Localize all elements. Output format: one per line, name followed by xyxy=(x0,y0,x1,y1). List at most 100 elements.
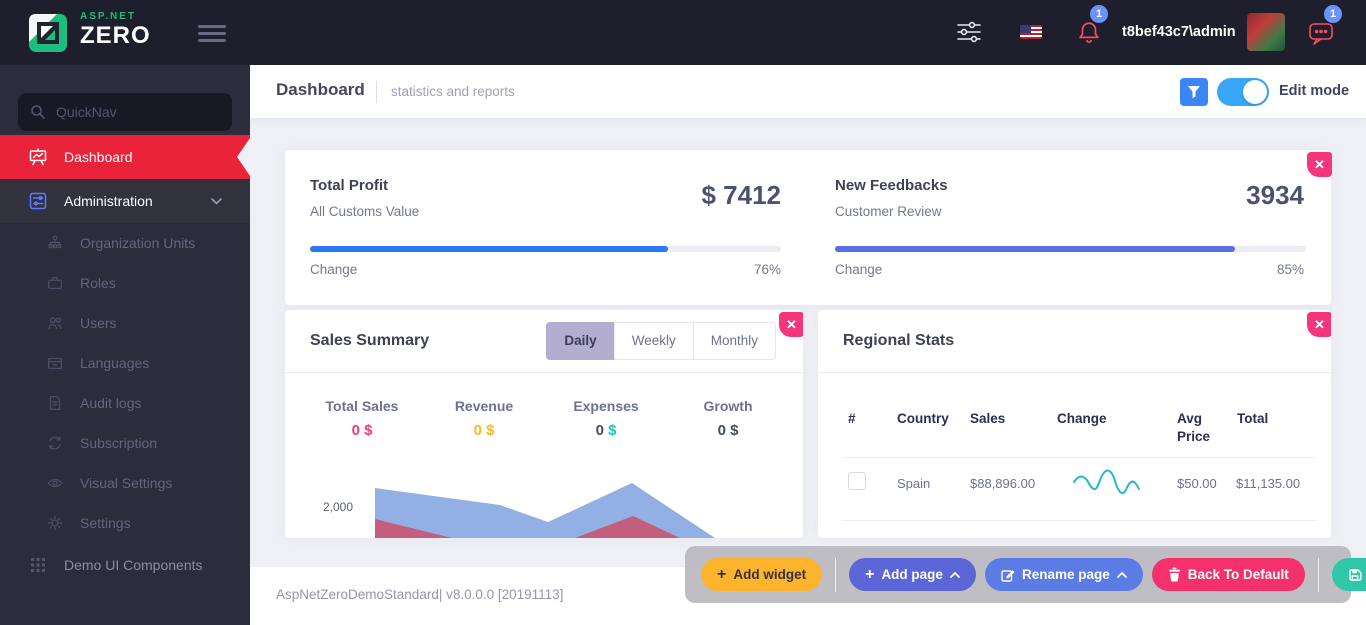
sidebar-item-users[interactable]: Users xyxy=(0,303,250,343)
chevron-down-icon xyxy=(211,198,222,205)
button-label: Rename page xyxy=(1021,567,1110,582)
user-name[interactable]: t8bef43c7\admin xyxy=(1122,0,1236,65)
organization-units-icon xyxy=(48,235,62,249)
tab-monthly[interactable]: Monthly xyxy=(692,322,776,360)
row-checkbox[interactable] xyxy=(848,472,866,490)
app-logo-icon[interactable] xyxy=(28,13,68,53)
save-button[interactable]: Save xyxy=(1331,558,1366,591)
stat-currency: $ xyxy=(364,422,373,439)
rename-page-button[interactable]: Rename page xyxy=(984,558,1143,591)
stat-revenue: Revenue 0 $ xyxy=(423,398,545,439)
regional-stats-widget: ✕ Regional Stats # Country Sales Change … xyxy=(818,310,1331,538)
search-icon xyxy=(31,105,45,119)
button-label: Back To Default xyxy=(1187,567,1289,582)
stat-expenses: Expenses 0 $ xyxy=(545,398,667,439)
edit-mode-label: Edit mode xyxy=(1279,83,1350,99)
stat-subtitle: All Customs Value xyxy=(310,204,420,219)
edit-mode-toggle[interactable] xyxy=(1217,78,1269,106)
stat-currency: $ xyxy=(730,422,739,439)
sidebar-toggle-icon[interactable] xyxy=(198,25,226,42)
user-avatar[interactable] xyxy=(1247,13,1285,51)
sidebar-item-administration[interactable]: Administration xyxy=(0,179,250,223)
sidebar-item-label: Roles xyxy=(80,275,116,291)
sidebar-item-label: Organization Units xyxy=(80,235,196,251)
stat-currency: $ xyxy=(608,422,617,439)
grid-dots-icon xyxy=(31,558,45,572)
widget-title: Sales Summary xyxy=(310,332,430,349)
roles-briefcase-icon xyxy=(48,276,62,290)
notifications-bell-icon[interactable] xyxy=(1076,20,1102,46)
audit-logs-icon xyxy=(49,396,61,410)
top-header-bar: ASP.NET ZERO 1 t8bef43c7\admin 1 xyxy=(0,0,1366,65)
change-sparkline xyxy=(1073,469,1140,494)
brand-bottom-text: ZERO xyxy=(80,22,151,49)
add-widget-button[interactable]: + Add widget xyxy=(701,558,823,591)
sidebar-item-dashboard[interactable]: Dashboard xyxy=(0,135,250,179)
sidebar-item-label: Visual Settings xyxy=(80,475,173,491)
col-header-sales: Sales xyxy=(970,411,1006,426)
col-header-avg-price: Avg Price xyxy=(1177,411,1211,444)
toolbar-divider xyxy=(835,557,837,592)
chat-icon[interactable] xyxy=(1308,22,1334,46)
header-divider xyxy=(818,372,1331,373)
col-header-total: Total xyxy=(1237,411,1269,426)
sidebar-item-label: Languages xyxy=(80,355,150,371)
widget-title: Regional Stats xyxy=(843,332,955,349)
sidebar-item-organization-units[interactable]: Organization Units xyxy=(0,223,250,263)
stat-title: New Feedbacks xyxy=(835,177,948,194)
administration-icon xyxy=(29,192,47,210)
sidebar: Dashboard Administration Organization Un… xyxy=(0,65,250,625)
brand-top-text: ASP.NET xyxy=(80,11,137,22)
notification-badge: 1 xyxy=(1090,5,1108,23)
edit-pencil-icon xyxy=(1001,569,1015,582)
sidebar-item-audit-logs[interactable]: Audit logs xyxy=(0,383,250,423)
languages-icon xyxy=(48,357,62,370)
stat-value: 0 xyxy=(595,422,604,439)
stat-label: Expenses xyxy=(573,398,639,414)
language-flag-icon[interactable] xyxy=(1020,25,1042,39)
stat-value: 3934 xyxy=(1246,180,1304,210)
page-title: Dashboard xyxy=(276,80,365,99)
progress-fill xyxy=(835,246,1236,252)
new-feedbacks-stat: New Feedbacks Customer Review 3934 Chang… xyxy=(808,150,1331,305)
sidebar-item-roles[interactable]: Roles xyxy=(0,263,250,303)
back-to-default-button[interactable]: Back To Default xyxy=(1151,558,1305,591)
sidebar-item-label: Demo UI Components xyxy=(64,557,203,573)
sidebar-item-subscription[interactable]: Subscription xyxy=(0,423,250,463)
sidebar-item-label: Users xyxy=(80,315,117,331)
quick-settings-icon[interactable] xyxy=(956,21,982,43)
tab-weekly[interactable]: Weekly xyxy=(613,322,694,360)
sidebar-item-label: Settings xyxy=(80,515,131,531)
trash-icon xyxy=(1168,567,1180,582)
quicknav-search[interactable] xyxy=(18,93,232,131)
row-divider xyxy=(843,520,1316,521)
close-widget-button[interactable]: ✕ xyxy=(779,312,803,337)
add-page-button[interactable]: + Add page xyxy=(849,558,976,591)
quicknav-input[interactable] xyxy=(56,104,206,120)
cell-sales: $88,896.00 xyxy=(970,476,1036,491)
subscription-sync-icon xyxy=(49,436,61,450)
app-brand: ASP.NET ZERO xyxy=(80,12,151,48)
cell-avg-price: $50.00 xyxy=(1177,476,1217,491)
tab-daily[interactable]: Daily xyxy=(546,322,615,360)
general-stats-widget: ✕ Total Profit All Customs Value $ 7412 … xyxy=(285,150,1332,305)
stat-growth: Growth 0 $ xyxy=(667,398,789,439)
change-label: Change xyxy=(835,262,883,277)
progress-fill xyxy=(310,246,668,252)
sidebar-item-settings[interactable]: Settings xyxy=(0,503,250,543)
stat-title: Total Profit xyxy=(310,177,389,194)
sidebar-item-visual-settings[interactable]: Visual Settings xyxy=(0,463,250,503)
stat-value: 0 xyxy=(473,422,482,439)
sidebar-item-languages[interactable]: Languages xyxy=(0,343,250,383)
sidebar-item-label: Audit logs xyxy=(80,395,142,411)
settings-gear-icon xyxy=(47,515,63,531)
filter-button[interactable] xyxy=(1180,78,1208,106)
close-widget-button[interactable]: ✕ xyxy=(1307,312,1331,337)
cell-country: Spain xyxy=(897,476,931,491)
visual-settings-eye-icon xyxy=(47,478,63,488)
header-divider xyxy=(285,372,803,373)
sidebar-item-demo-ui-components[interactable]: Demo UI Components xyxy=(0,543,250,587)
chevron-up-icon xyxy=(950,571,960,578)
close-widget-button[interactable]: ✕ xyxy=(1307,152,1332,177)
change-label: Change xyxy=(310,262,358,277)
